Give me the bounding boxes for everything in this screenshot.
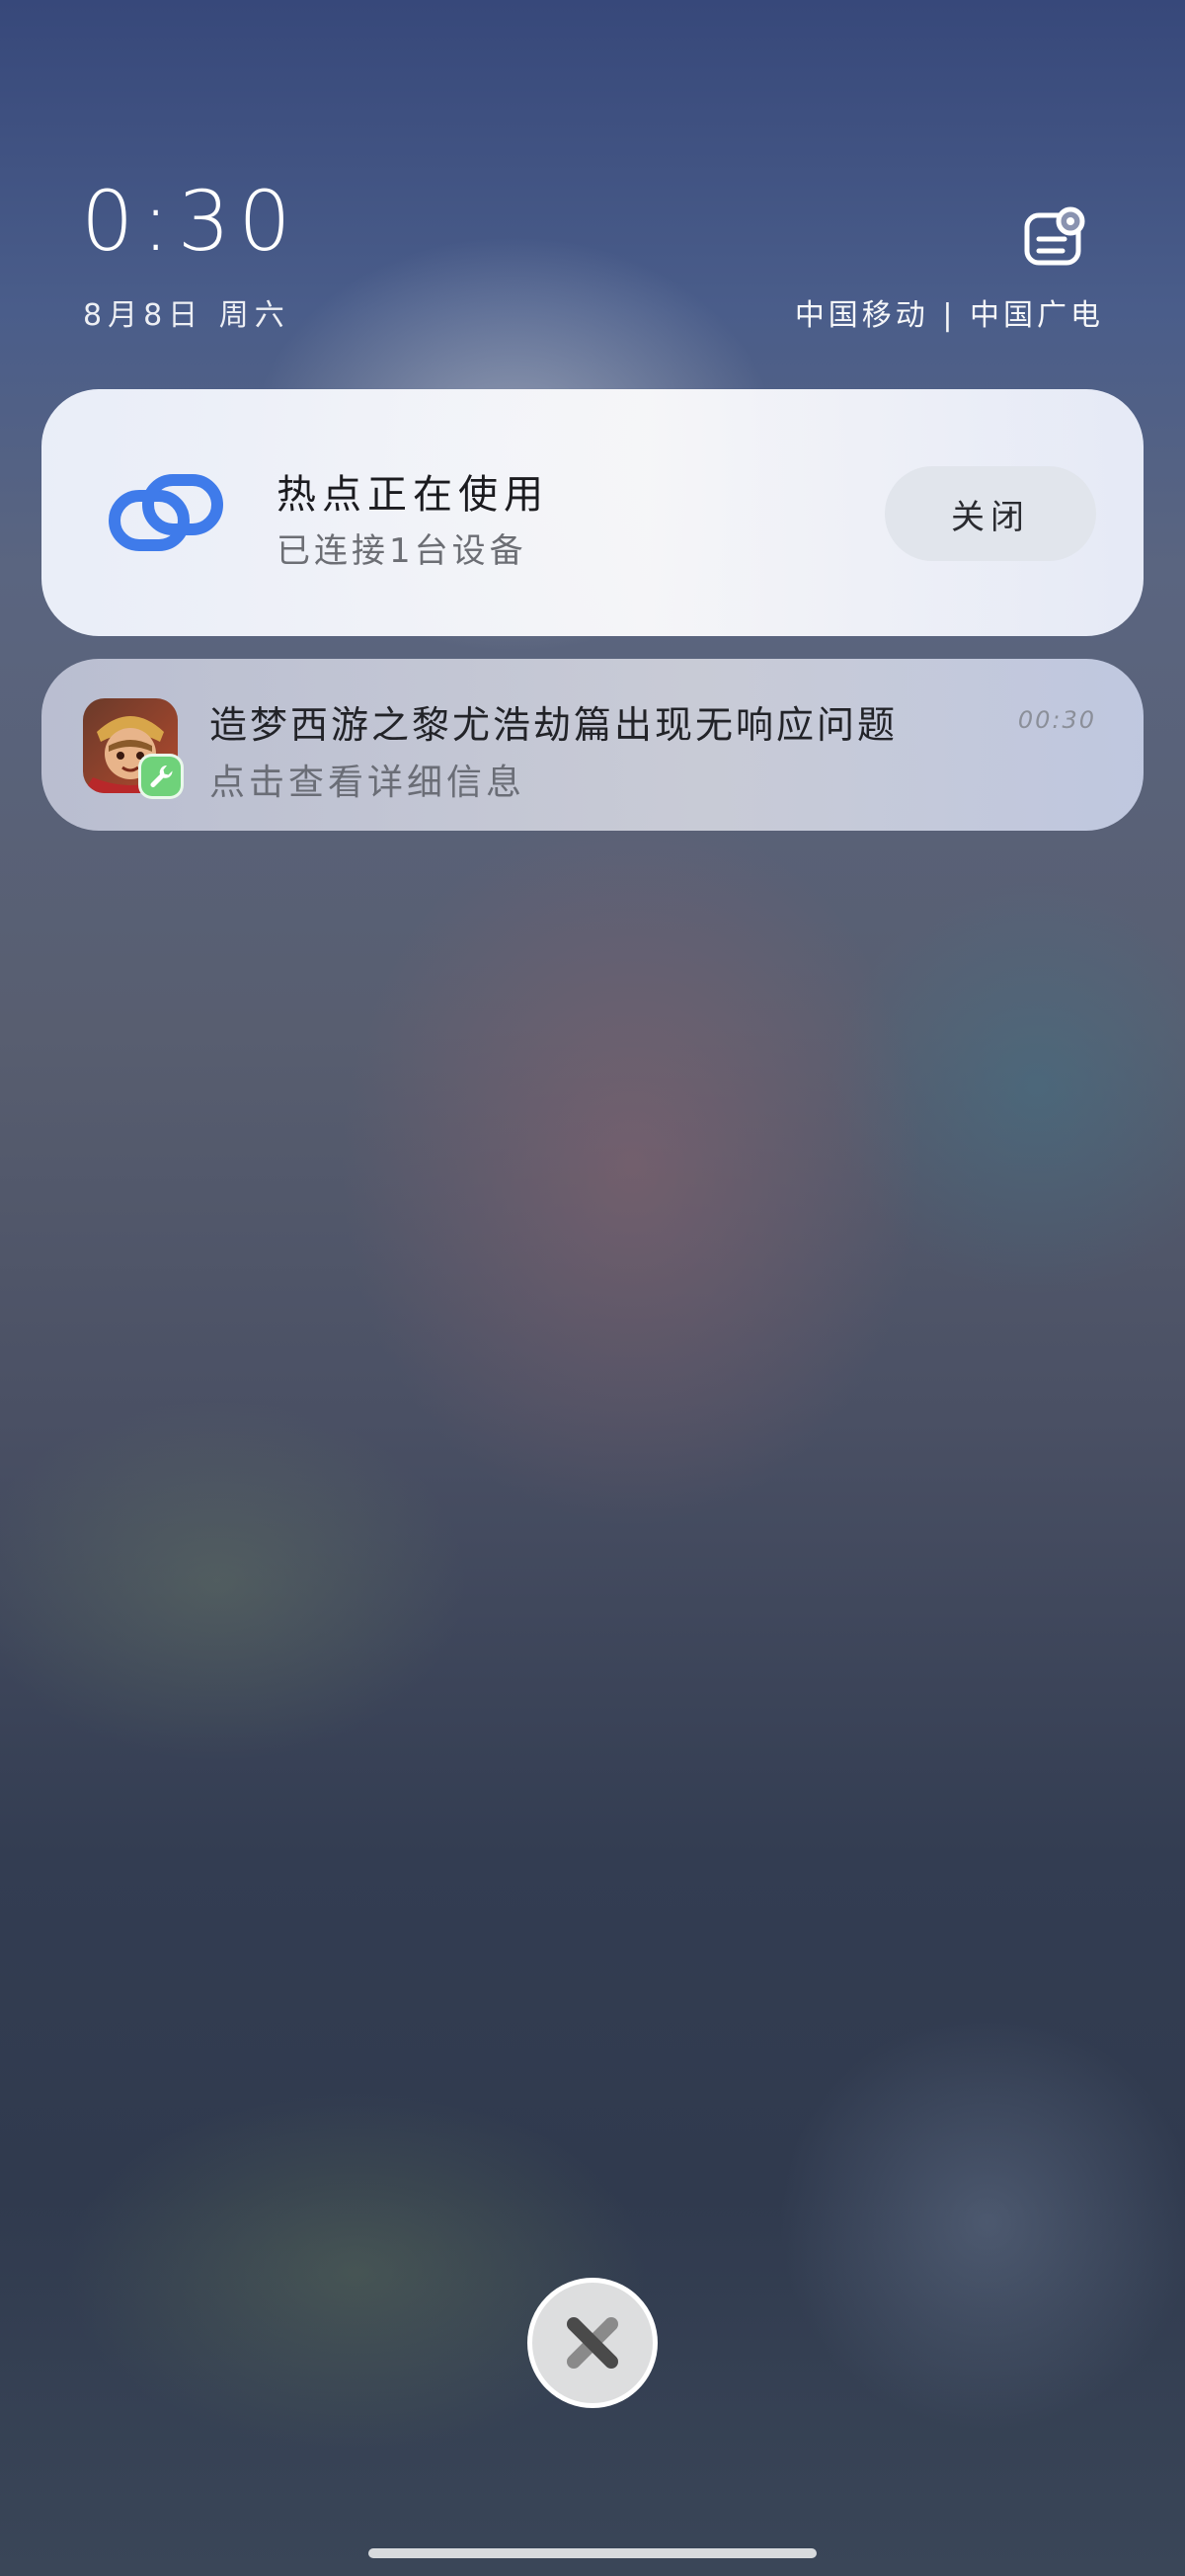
- hotspot-close-button[interactable]: 关闭: [885, 466, 1096, 561]
- hotspot-notification-card[interactable]: 热点正在使用 已连接1台设备 关闭: [41, 389, 1144, 636]
- home-indicator[interactable]: [368, 2548, 817, 2558]
- clear-all-button[interactable]: [527, 2278, 658, 2408]
- hotspot-title: 热点正在使用: [276, 472, 549, 518]
- clear-all-icon: [567, 2317, 618, 2369]
- link-icon: [109, 474, 223, 551]
- edit-lockscreen-icon[interactable]: [1023, 205, 1088, 271]
- carrier-label: 中国移动 | 中国广电: [794, 298, 1104, 333]
- lockscreen-date: 8月8日 周六: [83, 298, 290, 333]
- notification-title: 造梦西游之黎尤浩劫篇出现无响应问题: [209, 703, 899, 747]
- hotspot-subtitle: 已连接1台设备: [276, 531, 527, 571]
- lockscreen-clock: 0:30: [81, 173, 299, 270]
- notification-time: 00:30: [1017, 706, 1096, 734]
- notification-subtitle: 点击查看详细信息: [209, 763, 526, 803]
- app-not-responding-notification[interactable]: 造梦西游之黎尤浩劫篇出现无响应问题 点击查看详细信息 00:30: [41, 659, 1144, 831]
- wrench-icon: [138, 754, 184, 799]
